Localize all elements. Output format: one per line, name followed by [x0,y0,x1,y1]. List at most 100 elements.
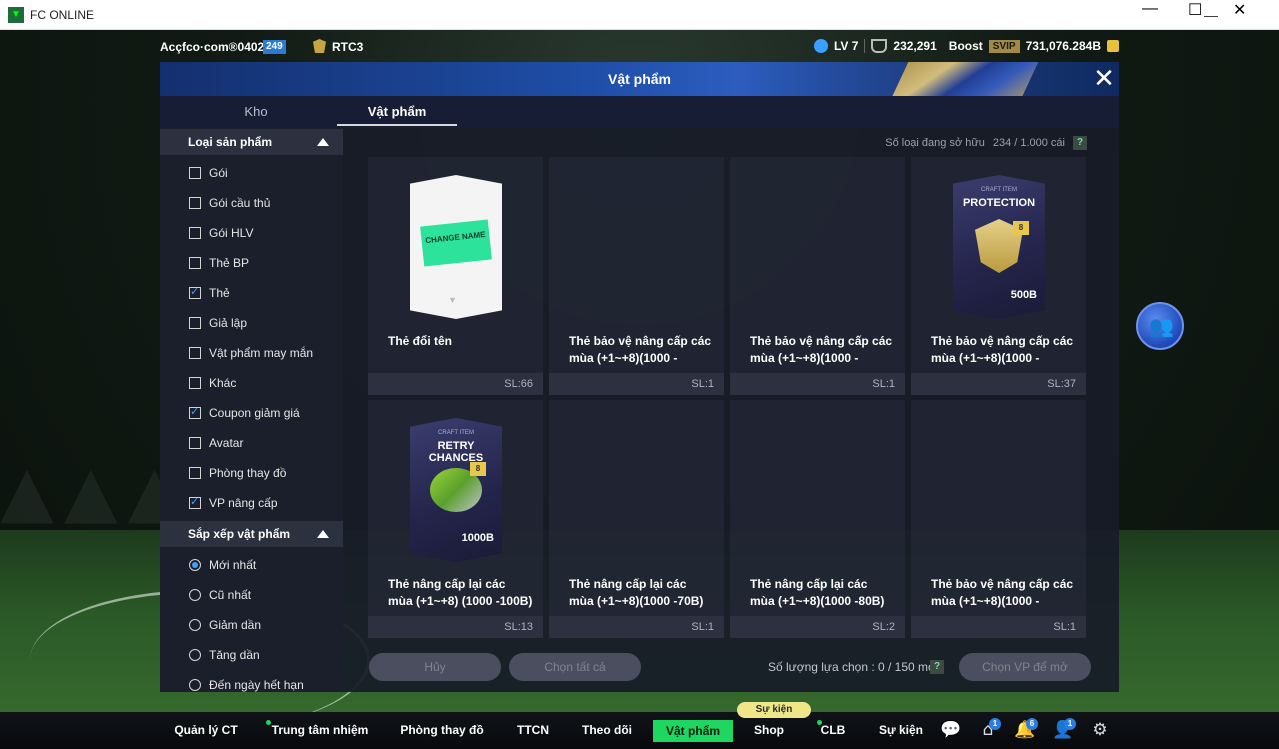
filter-the[interactable]: Thẻ [160,278,343,308]
bottom-nav: Quản lý CT Trung tâm nhiệm vụ Phòng thay… [0,712,1279,749]
filter-the-bp[interactable]: Thẻ BP [160,248,343,278]
checkbox[interactable] [189,437,201,449]
nav-theo-doi[interactable]: Theo dõi [578,712,636,749]
sort-cu-nhat[interactable]: Cũ nhất [160,580,343,610]
help-icon[interactable]: ? [930,660,944,674]
item-qty: SL:37 [1047,378,1076,390]
user-level-badge: 249 [263,40,286,54]
boost-label[interactable]: Boost [949,39,983,53]
username[interactable]: Acçfco·com®0402o [160,40,272,54]
checkbox[interactable] [189,347,201,359]
radio[interactable] [189,679,201,691]
tab-kho[interactable]: Kho [222,96,290,128]
card-price: 1000B [461,532,494,544]
items-modal: Vật phẩm Kho Vật phẩm Loại sản phẩm Gói … [160,62,1119,692]
team-name[interactable]: RTC3 [332,40,363,54]
checkbox[interactable] [189,377,201,389]
modal-tabs: Kho Vật phẩm [160,96,1119,128]
item-card[interactable]: Thẻ nâng cấp lại các mùa (+1~+8)(1000 -8… [730,400,905,638]
fc-logo-icon: ▼ [448,295,457,305]
checkbox-checked[interactable] [189,495,201,509]
nav-quan-ly-ct[interactable]: Quản lý CT [170,712,242,749]
chat-icon[interactable]: 💬 [940,720,962,740]
event-pill-badge[interactable]: Sự kiện [737,702,811,718]
item-name: Thẻ đổi tên [388,334,452,348]
checkbox[interactable] [189,197,201,209]
nav-phong-thay-do[interactable]: Phòng thay đồ [400,712,484,749]
filter-vat-pham-may-man[interactable]: Vật phẩm may mắn [160,338,343,368]
item-name: Thẻ bảo vệ nâng cấp các mùa (+1~+8)(1000… [750,334,893,365]
item-card[interactable]: Thẻ bảo vệ nâng cấp các mùa (+1~+8)(1000… [730,157,905,395]
item-card[interactable]: Thẻ bảo vệ nâng cấp các mùa (+1~+8)(1000… [549,157,724,395]
help-icon[interactable]: ? [1073,136,1087,150]
sort-giam-dan[interactable]: Giảm dần [160,610,343,640]
sort-tang-dan[interactable]: Tăng dần [160,640,343,670]
radio[interactable] [189,619,201,631]
close-modal-button[interactable]: ✕ [1093,66,1115,92]
protection-card-image: CRAFT ITEM PROTECTION 8 500B [953,175,1045,319]
change-name-card-image: CHANGE NAME ▼ [410,175,502,319]
sort-title: Sắp xếp vật phẩm [188,527,291,541]
filter-gia-lap[interactable]: Giả lập [160,308,343,338]
filter-label: Gói [209,166,228,180]
level-icon [813,39,828,53]
filter-goi-hlv[interactable]: Gói HLV [160,218,343,248]
item-card[interactable]: CRAFT ITEM PROTECTION 8 500B Thẻ bảo vệ … [911,157,1086,395]
open-selected-button[interactable]: Chọn VP để mở [959,653,1091,681]
filter-goi[interactable]: Gói [160,158,343,188]
item-card[interactable]: CRAFT ITEM RETRY CHANCES 8 1000B Thẻ nân… [368,400,543,638]
gear-icon[interactable]: ⚙ [1089,720,1111,740]
sort-label: Tăng dần [209,648,260,662]
checkbox[interactable] [189,467,201,479]
checkbox[interactable] [189,227,201,239]
filter-avatar[interactable]: Avatar [160,428,343,458]
filter-khac[interactable]: Khác [160,368,343,398]
nav-vat-pham[interactable]: Vật phẩm [653,720,733,742]
item-qty: SL:2 [872,621,895,633]
radio[interactable] [189,589,201,601]
item-card[interactable]: CHANGE NAME ▼ Thẻ đổi tên SL:66 [368,157,543,395]
sort-moi-nhat[interactable]: Mới nhất [160,550,343,580]
minimize-button[interactable]: — [1142,0,1158,18]
checkbox[interactable] [189,257,201,269]
checkbox[interactable] [189,167,201,179]
checkbox-checked[interactable] [189,285,201,299]
filter-vp-nang-cap[interactable]: VP nâng cấp [160,488,343,518]
sort-label: Cũ nhất [209,588,252,602]
item-card[interactable]: Thẻ nâng cấp lại các mùa (+1~+8)(1000 -7… [549,400,724,638]
nav-su-kien[interactable]: Sự kiện [876,712,926,749]
selected-count: Số lượng lựa chọn : 0 / 150 món [768,660,942,674]
collapse-up-icon[interactable] [317,138,329,146]
retry-card-image: CRAFT ITEM RETRY CHANCES 8 1000B [410,418,502,562]
filter-goi-cau-thu[interactable]: Gói cầu thủ [160,188,343,218]
select-all-button[interactable]: Chọn tất cả [509,653,641,681]
sort-het-han[interactable]: Đến ngày hết hạn [160,670,343,700]
radio[interactable] [189,649,201,661]
nav-trung-tam-nhiem-vu[interactable]: Trung tâm nhiệm vụ [268,712,372,749]
craft-item-label: CRAFT ITEM [981,187,1017,193]
item-name: Thẻ bảo vệ nâng cấp các mùa (+1~+8)(1000… [931,577,1074,608]
svip-badge[interactable]: SVIP [988,39,1020,53]
collapse-up-icon[interactable] [317,530,329,538]
product-type-header[interactable]: Loại sản phẩm [160,129,343,155]
product-type-title: Loại sản phẩm [188,135,273,149]
protection-label: PROTECTION [962,197,1036,209]
nav-clb[interactable]: CLB [818,712,848,749]
filter-label: Thẻ BP [209,256,250,270]
nav-ttcn[interactable]: TTCN [512,712,554,749]
floating-friends-chat-button[interactable] [1136,302,1184,350]
close-window-button[interactable]: ✕ [1233,0,1246,20]
item-card[interactable]: Thẻ bảo vệ nâng cấp các mùa (+1~+8)(1000… [911,400,1086,638]
modal-title: Vật phẩm [607,71,671,87]
tab-vat-pham[interactable]: Vật phẩm [337,96,457,128]
checkbox-checked[interactable] [189,405,201,419]
maximize-button[interactable]: ☐ [1188,0,1202,20]
filter-phong-thay-do[interactable]: Phòng thay đồ [160,458,343,488]
radio-selected[interactable] [189,559,201,571]
bp-balance: 731,076.284B [1025,39,1101,53]
sort-header[interactable]: Sắp xếp vật phẩm [160,521,343,547]
team-crest-icon [313,39,326,53]
cancel-button[interactable]: Hủy [369,653,501,681]
checkbox[interactable] [189,317,201,329]
filter-coupon-giam-gia[interactable]: Coupon giảm giá [160,398,343,428]
